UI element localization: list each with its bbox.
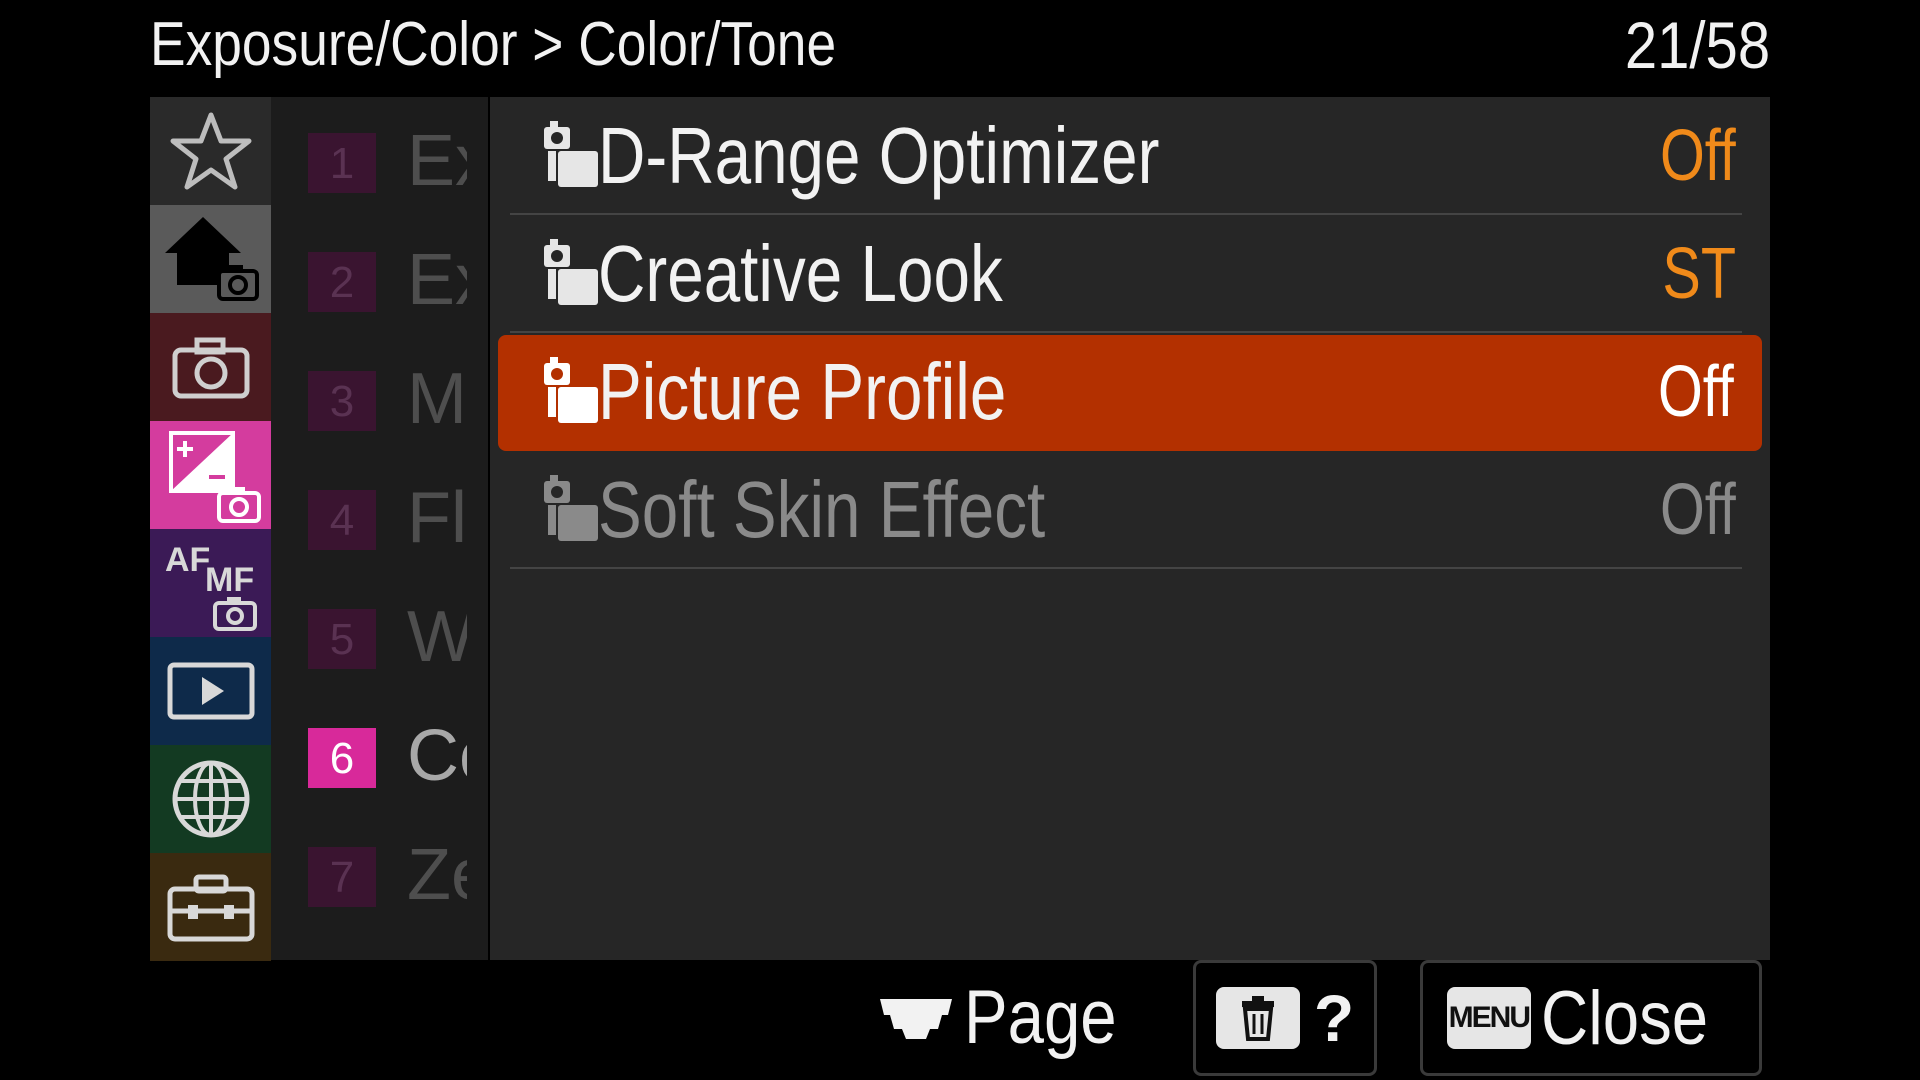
control-dial-icon (880, 999, 952, 1039)
menu-item-value: ST (1662, 234, 1736, 314)
submenu-item-2[interactable]: 2 Exposure Comp. (271, 216, 488, 334)
menu-item-picture-profile[interactable]: Picture Profile Off (498, 333, 1762, 451)
submenu-number: 5 (308, 609, 376, 669)
tab-my-menu[interactable] (150, 97, 271, 205)
submenu-label: Color/Tone (407, 716, 467, 796)
submenu-number: 6 (308, 728, 376, 788)
menu-item-label: D-Range Optimizer (598, 111, 1160, 200)
menu-item-label: Creative Look (598, 229, 1003, 318)
play-icon (167, 662, 254, 720)
still-movie-icon (544, 475, 598, 541)
still-movie-icon (544, 239, 598, 305)
still-movie-icon (544, 121, 598, 187)
page-counter: 21/58 (1624, 8, 1770, 82)
divider (510, 567, 1742, 569)
menu-item-label: Soft Skin Effect (598, 465, 1046, 554)
exposure-camera-icon (168, 431, 261, 523)
help-label: ? (1313, 981, 1355, 1055)
svg-text:AF: AF (165, 541, 210, 579)
close-label: Close (1540, 975, 1708, 1061)
menu-key-icon: MENU (1446, 987, 1531, 1049)
submenu-column: 1 Exposure 2 Exposure Comp. 3 Metering 4… (271, 97, 488, 960)
toolbox-icon (167, 874, 254, 942)
tab-main[interactable] (150, 205, 271, 313)
home-camera-icon (164, 217, 259, 301)
menu-item-d-range-optimizer[interactable]: D-Range Optimizer Off (510, 97, 1752, 215)
menu-item-soft-skin-effect[interactable]: Soft Skin Effect Off (510, 451, 1752, 569)
menu-item-value: Off (1660, 470, 1736, 550)
af-mf-camera-icon: AF MF (165, 541, 257, 631)
svg-text:MF: MF (205, 561, 254, 599)
still-movie-icon (544, 357, 598, 423)
breadcrumb-title: Exposure/Color > Color/Tone (150, 10, 837, 79)
submenu-number: 3 (308, 371, 376, 431)
submenu-label: Zebra Display (407, 835, 467, 915)
close-button[interactable]: MENU Close (1420, 960, 1762, 1076)
menu-item-creative-look[interactable]: Creative Look ST (510, 215, 1752, 333)
submenu-item-5[interactable]: 5 White Balance (271, 573, 488, 691)
tab-exposure-color[interactable] (150, 421, 271, 529)
category-column: AF MF (150, 97, 271, 961)
submenu-label: Exposure Comp. (407, 240, 467, 320)
submenu-number: 1 (308, 133, 376, 193)
tab-network[interactable] (150, 745, 271, 853)
submenu-label: Exposure (407, 121, 467, 201)
submenu-label: White Balance (407, 597, 467, 677)
camera-icon (172, 337, 249, 399)
menu-list-panel: D-Range Optimizer Off Creative Look ST P… (490, 97, 1770, 960)
trash-icon (1215, 987, 1300, 1049)
menu-item-value: Off (1658, 352, 1734, 432)
page-label: Page (964, 975, 1117, 1060)
page-hint[interactable]: Page (876, 960, 1142, 1076)
submenu-number: 7 (308, 847, 376, 907)
submenu-item-7[interactable]: 7 Zebra Display (271, 811, 488, 929)
menu-item-value: Off (1660, 116, 1736, 196)
menu-item-label: Picture Profile (598, 347, 1007, 436)
globe-icon (172, 760, 249, 838)
tab-focus[interactable]: AF MF (150, 529, 271, 637)
tab-shooting[interactable] (150, 313, 271, 421)
tab-playback[interactable] (150, 637, 271, 745)
star-icon (170, 112, 251, 190)
submenu-item-6[interactable]: 6 Color/Tone (271, 692, 488, 810)
submenu-label: Metering (407, 359, 467, 439)
submenu-number: 4 (308, 490, 376, 550)
submenu-item-4[interactable]: 4 Flash (271, 454, 488, 572)
submenu-label: Flash (407, 478, 467, 558)
submenu-item-1[interactable]: 1 Exposure (271, 97, 488, 215)
submenu-number: 2 (308, 252, 376, 312)
delete-help-button[interactable]: ? (1193, 960, 1377, 1076)
tab-setup[interactable] (150, 853, 271, 961)
submenu-item-3[interactable]: 3 Metering (271, 335, 488, 453)
